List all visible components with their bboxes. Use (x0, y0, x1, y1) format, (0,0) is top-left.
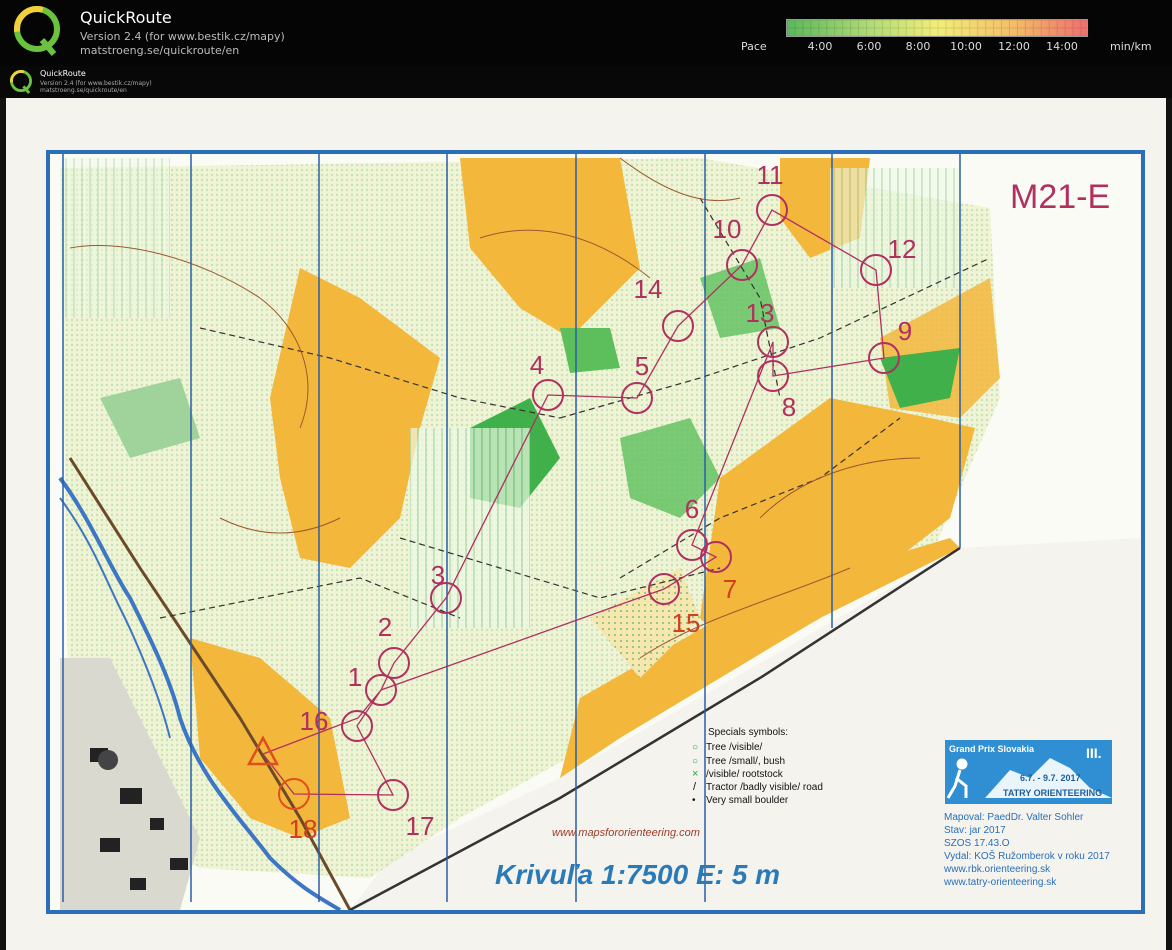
app-title: QuickRoute (80, 8, 172, 27)
control-number-label: 14 (634, 274, 663, 304)
event-org: TATRY ORIENTEERING (1003, 788, 1102, 798)
credit-line: SZOS 17.43.O (944, 838, 1010, 849)
specials-item: Tree /small/, bush (706, 756, 785, 767)
website-credit: www.mapsfororienteering.com (552, 827, 700, 839)
event-number: III. (1086, 745, 1102, 761)
tree-visible-icon: ○ (692, 742, 698, 753)
embedded-version: Version 2.4 (for www.bestik.cz/mapy) (40, 80, 152, 87)
app-header: QuickRoute Version 2.4 (for www.bestik.c… (0, 0, 1172, 67)
control-number-label: 16 (300, 706, 329, 736)
pace-tick: 6:00 (856, 40, 882, 53)
pace-unit: min/km (1110, 40, 1152, 53)
embedded-url: matstroeng.se/quickroute/en (40, 87, 127, 94)
tree-small-icon: ○ (692, 756, 698, 767)
control-number-label: 5 (635, 351, 649, 381)
class-label: M21-E (1010, 178, 1110, 216)
credit-line: Vydal: KOŠ Ružomberok v roku 2017 (944, 849, 1110, 862)
quickroute-small-logo-icon (10, 70, 32, 94)
specials-item: Tractor /badly visible/ road (706, 782, 823, 793)
specials-item: Tree /visible/ (706, 742, 763, 753)
pace-tick: 4:00 (807, 40, 833, 53)
event-name: Grand Prix Slovakia (949, 744, 1035, 754)
control-number-label: 15 (672, 608, 701, 638)
control-number-label: 6 (685, 494, 699, 524)
pace-color-scale (786, 19, 1088, 37)
boulder-icon: • (692, 795, 696, 806)
control-number-label: 12 (888, 234, 917, 264)
credit-line: www.rbk.orienteering.sk (943, 864, 1051, 875)
quickroute-logo-icon (14, 6, 60, 56)
credit-line: Mapoval: PaedDr. Valter Sohler (944, 812, 1084, 823)
event-logo: Grand Prix Slovakia III. 6.7. - 9.7. 201… (945, 740, 1112, 804)
specials-item: Very small boulder (706, 795, 789, 806)
control-number-label: 9 (898, 316, 912, 346)
control-number-label: 13 (746, 298, 775, 328)
event-dates: 6.7. - 9.7. 2017 (1020, 773, 1081, 783)
specials-item: /visible/ rootstock (706, 769, 784, 780)
embedded-header: QuickRoute Version 2.4 (for www.bestik.c… (0, 66, 1172, 98)
orienteering-map[interactable]: 1234 56789101112131415161718 M21-E Specia… (0, 98, 1172, 950)
control-number-label: 4 (530, 350, 544, 380)
control-number-label: 10 (713, 214, 742, 244)
control-number-label: 2 (378, 612, 392, 642)
control-number-label: 3 (431, 560, 445, 590)
pace-tick: 10:00 (950, 40, 982, 53)
pace-tick: 12:00 (998, 40, 1030, 53)
control-number-label: 18 (289, 814, 318, 844)
credit-line: www.tatry-orienteering.sk (943, 877, 1057, 888)
pace-label: Pace (741, 40, 767, 53)
control-number-label: 7 (723, 574, 737, 604)
map-scale-title: Krivuľa 1:7500 E: 5 m (495, 859, 780, 890)
control-number-label: 17 (406, 811, 435, 841)
control-number-label: 8 (782, 392, 796, 422)
embedded-title: QuickRoute (40, 69, 86, 78)
app-version: Version 2.4 (for www.bestik.cz/mapy) (80, 30, 285, 43)
control-number-label: 11 (757, 160, 784, 190)
credit-line: Stav: jar 2017 (944, 825, 1006, 836)
specials-title: Specials symbols: (708, 727, 788, 738)
rootstock-icon: × (692, 768, 698, 780)
pace-tick: 8:00 (905, 40, 931, 53)
control-number-label: 1 (348, 662, 362, 692)
app-url: matstroeng.se/quickroute/en (80, 44, 240, 57)
pace-tick: 14:00 (1046, 40, 1078, 53)
